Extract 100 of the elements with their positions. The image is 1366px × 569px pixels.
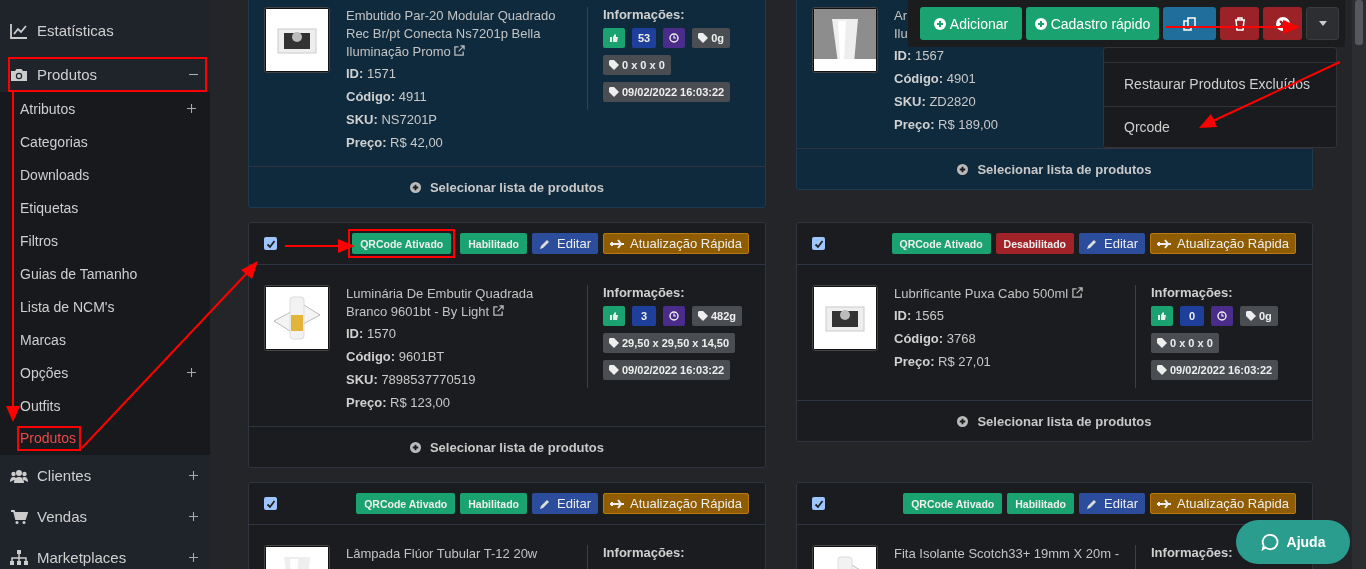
submenu-item[interactable]: Atributos xyxy=(0,92,210,125)
status-badge: Habilitado xyxy=(460,493,527,514)
checkbox[interactable] xyxy=(812,497,825,510)
select-list-button[interactable]: Selecionar lista de produtos xyxy=(249,426,765,467)
pencil-icon xyxy=(539,497,551,510)
submenu-item[interactable]: Opções xyxy=(0,356,210,389)
plus-icon xyxy=(187,104,196,113)
chat-icon xyxy=(1260,533,1279,551)
pencil-icon xyxy=(1086,497,1098,510)
dropdown-toggle[interactable] xyxy=(1306,7,1339,40)
menu-label: Produtos xyxy=(37,66,99,83)
external-link-icon[interactable] xyxy=(454,45,466,56)
product-title[interactable]: Lubrificante Puxa Cabo 500ml xyxy=(894,285,1083,303)
plus-icon xyxy=(189,471,198,480)
tag-icon xyxy=(698,311,708,321)
edit-button[interactable]: Editar xyxy=(532,493,598,514)
sidebar-item[interactable]: Estatísticas xyxy=(0,10,210,51)
checkbox[interactable] xyxy=(264,237,277,250)
qrcode-badge: QRCode Ativado xyxy=(352,233,452,254)
product-field: ID: 1570 xyxy=(346,322,396,345)
submenu-item[interactable]: Marcas xyxy=(0,323,210,356)
plus-circle-icon xyxy=(409,441,421,453)
plus-circle-icon xyxy=(409,181,421,193)
plus-icon xyxy=(187,368,196,377)
qrcode-badge: QRCode Ativado xyxy=(903,493,1003,514)
menu-label: Downloads xyxy=(20,166,90,183)
quick-update-button[interactable]: Atualização Rápida xyxy=(602,233,749,254)
users-icon xyxy=(10,467,28,484)
edit-button[interactable]: Editar xyxy=(1079,233,1145,254)
sidebar-item[interactable]: Vendas xyxy=(0,496,210,537)
info-heading: Informações: xyxy=(1151,545,1234,560)
plus-circle-icon xyxy=(933,17,946,30)
copy-button[interactable] xyxy=(1163,7,1216,40)
submenu-item[interactable]: Outfits xyxy=(0,389,210,422)
product-field: Preço: R$ 189,00 xyxy=(894,113,999,136)
submenu-item[interactable]: Guias de Tamanho xyxy=(0,257,210,290)
scrollbar[interactable] xyxy=(1352,0,1366,569)
qrcode-badge: QRCode Ativado xyxy=(356,493,456,514)
weight-tag: 0g xyxy=(1240,306,1278,326)
status-badge: Desabilitado xyxy=(995,233,1074,254)
pencil-icon xyxy=(539,237,551,250)
quick-update-button[interactable]: Atualização Rápida xyxy=(1149,493,1296,514)
edit-button[interactable]: Editar xyxy=(1079,493,1145,514)
submenu-item[interactable]: Lista de NCM's xyxy=(0,290,210,323)
product-field: Código: 4911 xyxy=(346,85,427,108)
submenu-item[interactable]: Etiquetas xyxy=(0,191,210,224)
tag-icon xyxy=(1157,338,1167,348)
select-list-button[interactable]: Selecionar lista de produtos xyxy=(249,166,765,207)
product-title[interactable]: Luminária De Embutir Quadrada Branco 9601bt - By Light xyxy=(346,285,534,321)
sidebar-item[interactable]: Clientes xyxy=(0,455,210,496)
sidebar-item[interactable]: Produtos xyxy=(10,59,205,90)
select-list-button[interactable]: Selecionar lista de produtos xyxy=(797,400,1312,441)
menu-label: Etiquetas xyxy=(20,199,79,216)
submenu-item[interactable]: Categorias xyxy=(0,125,210,158)
edit-button[interactable]: Editar xyxy=(532,233,598,254)
dimensions-tag: 0 x 0 x 0 xyxy=(1151,333,1219,353)
menu-label: Clientes xyxy=(37,467,93,484)
status-badge: Habilitado xyxy=(1007,493,1074,514)
product-title[interactable]: Fita Isolante Scotch33+ 19mm X 20m - xyxy=(894,545,1120,563)
qrcode-badge: QRCode Ativado xyxy=(891,233,991,254)
copy-icon xyxy=(1182,16,1197,31)
menu-label: Vendas xyxy=(37,508,89,525)
quick-update-button[interactable]: Atualização Rápida xyxy=(1149,233,1296,254)
checkbox[interactable] xyxy=(812,237,825,250)
checkbox[interactable] xyxy=(264,497,277,510)
dimensions-tag: 0 x 0 x 0 xyxy=(603,55,671,75)
date-tag: 09/02/2022 16:03:22 xyxy=(1151,360,1279,380)
quick-update-button[interactable]: Atualização Rápida xyxy=(602,493,749,514)
plus-icon xyxy=(189,512,198,521)
product-field: Preço: R$ 27,01 xyxy=(894,350,991,373)
info-heading: Informações: xyxy=(603,7,686,22)
clock-icon xyxy=(663,306,685,326)
product-field: SKU: NS7201P xyxy=(346,108,438,131)
menu-label: Marketplaces xyxy=(37,549,128,566)
external-link-icon[interactable] xyxy=(1071,287,1083,298)
submenu-item[interactable]: Filtros xyxy=(0,224,210,257)
delete-button[interactable] xyxy=(1220,7,1259,40)
plane-icon xyxy=(609,498,624,509)
tag-icon xyxy=(1246,311,1256,321)
submenu-item[interactable]: Produtos xyxy=(0,422,210,455)
thumbs-up-icon xyxy=(1151,306,1173,326)
product-field: ID: 1565 xyxy=(894,304,944,327)
submenu-item[interactable]: Downloads xyxy=(0,158,210,191)
sidebar-item[interactable]: Marketplaces xyxy=(0,537,210,569)
menu-label: Guias de Tamanho xyxy=(20,265,138,282)
clock-icon xyxy=(663,28,686,48)
product-title[interactable]: Lâmpada Flúor Tubular T-12 20w xyxy=(346,545,538,563)
trash-icon xyxy=(1232,16,1247,31)
menu-label: Filtros xyxy=(20,232,59,249)
product-title[interactable]: Embutido Par-20 Modular Quadrado Rec Br/pt Conecta Ns7201p Bella Iluminação Promo xyxy=(346,7,556,61)
product-title[interactable]: Ar Ilu xyxy=(894,7,908,43)
external-link-icon[interactable] xyxy=(492,305,504,316)
menu-label: Estatísticas xyxy=(37,22,115,39)
plane-icon xyxy=(609,238,624,249)
product-field: Código: 9601BT xyxy=(346,345,445,368)
cart-icon xyxy=(10,508,28,525)
camera-icon xyxy=(10,66,28,83)
plus-circle-icon xyxy=(957,415,969,427)
count-badge: 53 xyxy=(632,28,657,48)
menu-label: Atributos xyxy=(20,100,76,117)
